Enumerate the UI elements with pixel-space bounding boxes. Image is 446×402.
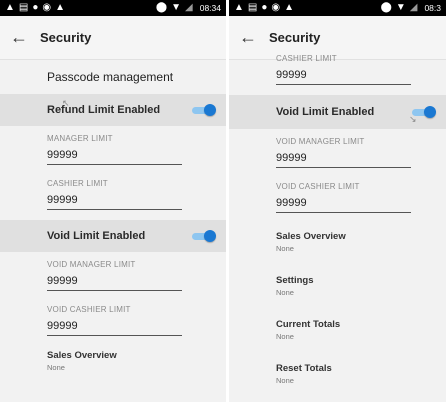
circle-icon: ◉ xyxy=(42,2,52,13)
page-title: Security xyxy=(40,30,92,45)
message-icon: ▤ xyxy=(247,2,258,13)
void-cashier-limit-label: VOID CASHIER LIMIT xyxy=(47,305,131,314)
void-cashier-limit-field: VOID CASHIER LIMIT xyxy=(229,168,446,213)
reset-totals-title: Reset Totals xyxy=(276,363,332,374)
void-cashier-limit-label: VOID CASHIER LIMIT xyxy=(276,182,360,191)
void-manager-limit-label: VOID MANAGER LIMIT xyxy=(47,260,136,269)
void-limit-label: Void Limit Enabled xyxy=(47,230,146,242)
sales-overview-item[interactable]: Sales Overview None xyxy=(0,350,226,372)
signal-icon: ◢ xyxy=(185,2,193,13)
void-cashier-limit-input[interactable] xyxy=(276,191,411,213)
warning-icon: ▲ xyxy=(234,2,244,13)
sales-overview-title: Sales Overview xyxy=(47,350,117,361)
pointer-cursor-icon: ↘ xyxy=(409,114,417,124)
reset-totals-item[interactable]: Reset Totals None xyxy=(229,363,446,385)
sales-overview-item[interactable]: Sales Overview None xyxy=(229,231,446,253)
current-totals-subtitle: None xyxy=(276,332,294,341)
cashier-limit-field: CASHIER LIMIT xyxy=(229,52,446,85)
cashier-limit-field: CASHIER LIMIT xyxy=(0,165,226,210)
manager-limit-label: MANAGER LIMIT xyxy=(47,134,113,143)
void-manager-limit-label: VOID MANAGER LIMIT xyxy=(276,137,365,146)
back-arrow-icon[interactable]: ← xyxy=(4,27,34,48)
void-limit-toggle-row[interactable]: Void Limit Enabled xyxy=(0,220,226,252)
refund-limit-switch[interactable] xyxy=(192,104,216,116)
settings-title: Settings xyxy=(276,275,314,286)
passcode-management-item[interactable]: Passcode management xyxy=(0,60,226,94)
void-manager-limit-field: VOID MANAGER LIMIT xyxy=(0,252,226,291)
void-cashier-limit-input[interactable] xyxy=(47,314,182,336)
wifi-icon: ▼ xyxy=(171,2,182,13)
void-limit-label: Void Limit Enabled xyxy=(276,106,375,118)
manager-limit-input[interactable] xyxy=(47,143,182,165)
passcode-management-label: Passcode management xyxy=(47,70,174,84)
app-bar: ← Security xyxy=(0,16,226,60)
refund-limit-toggle-row[interactable]: Refund Limit Enabled xyxy=(0,94,226,126)
circle-icon: ◉ xyxy=(271,2,281,13)
sales-overview-subtitle: None xyxy=(47,363,65,372)
status-bar: ▲ ▤ ● ◉ ▲ ⬤ ▼ ◢ 08:3 xyxy=(229,0,446,16)
manager-limit-field: MANAGER LIMIT xyxy=(0,126,226,165)
cashier-limit-input[interactable] xyxy=(276,63,411,85)
void-limit-switch[interactable] xyxy=(192,230,216,242)
cashier-limit-label: CASHIER LIMIT xyxy=(47,179,108,188)
current-totals-item[interactable]: Current Totals None xyxy=(229,319,446,341)
warning-icon: ▲ xyxy=(55,2,66,13)
back-arrow-icon[interactable]: ← xyxy=(233,27,263,48)
current-totals-title: Current Totals xyxy=(276,319,341,330)
status-time: 08:3 xyxy=(424,3,441,13)
void-manager-limit-field: VOID MANAGER LIMIT xyxy=(229,129,446,168)
pointer-cursor-icon: ↖ xyxy=(62,98,70,108)
cashier-limit-label: CASHIER LIMIT xyxy=(276,54,337,63)
warning-icon: ▲ xyxy=(5,2,15,13)
message-icon: ▤ xyxy=(18,2,29,13)
location-icon: ⬤ xyxy=(155,2,168,13)
reset-totals-subtitle: None xyxy=(276,376,294,385)
cashier-limit-input[interactable] xyxy=(47,188,182,210)
location-icon: ⬤ xyxy=(380,2,392,13)
void-manager-limit-input[interactable] xyxy=(276,146,411,168)
wifi-icon: ▼ xyxy=(395,2,406,13)
void-manager-limit-input[interactable] xyxy=(47,269,182,291)
signal-icon: ◢ xyxy=(409,2,418,13)
sales-overview-subtitle: None xyxy=(276,244,294,253)
sales-overview-title: Sales Overview xyxy=(276,231,346,242)
void-cashier-limit-field: VOID CASHIER LIMIT xyxy=(0,291,226,336)
settings-subtitle: None xyxy=(276,288,294,297)
page-title: Security xyxy=(269,30,321,45)
info-icon: ● xyxy=(261,2,268,13)
right-phone-screen: ▲ ▤ ● ◉ ▲ ⬤ ▼ ◢ 08:3 ← Security CASHIER … xyxy=(229,0,446,402)
status-time: 08:34 xyxy=(199,3,221,13)
settings-list: Passcode management ↖ Refund Limit Enabl… xyxy=(0,60,226,372)
settings-list: CASHIER LIMIT Void Limit Enabled ↘ VOID … xyxy=(229,52,446,385)
warning-icon: ▲ xyxy=(284,2,295,13)
info-icon: ● xyxy=(32,2,39,13)
settings-item[interactable]: Settings None xyxy=(229,275,446,297)
status-bar: ▲ ▤ ● ◉ ▲ ⬤ ▼ ◢ 08:34 xyxy=(0,0,226,16)
left-phone-screen: ▲ ▤ ● ◉ ▲ ⬤ ▼ ◢ 08:34 ← Security Passcod… xyxy=(0,0,226,402)
